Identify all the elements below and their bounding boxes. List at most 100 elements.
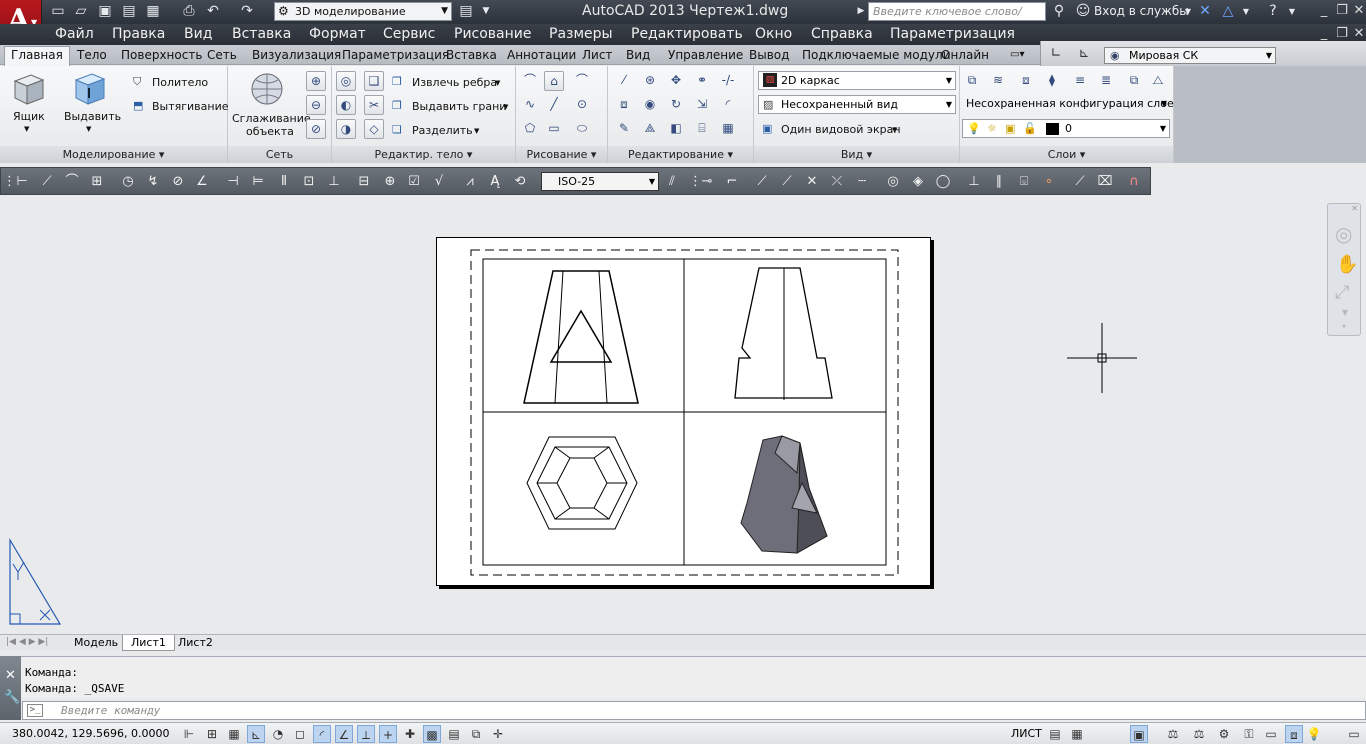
menu-insert[interactable]: Вставка — [232, 26, 291, 43]
polysolid-button[interactable]: Политело — [152, 76, 208, 90]
tab-surface[interactable]: Поверхность — [121, 47, 202, 63]
doc-minimize-icon[interactable]: _ — [1316, 26, 1332, 42]
space-toggle[interactable]: ЛИСТ — [1011, 727, 1042, 741]
snap-temp-icon[interactable]: ⊸ — [698, 173, 716, 191]
dim-radius-icon[interactable]: ◷ — [119, 173, 137, 191]
circular-icon[interactable]: ↻ — [666, 95, 686, 115]
polygon-3d-icon[interactable]: ⌂ — [544, 71, 564, 91]
panel-mesh-title[interactable]: Сеть — [228, 146, 331, 163]
chevron-down-icon[interactable]: ▼ — [1283, 3, 1301, 20]
jogged-linear-icon[interactable]: √ — [430, 173, 448, 191]
annotation-visibility-icon[interactable]: ⚖ — [1190, 725, 1208, 743]
pan-icon[interactable]: ✋ — [1336, 254, 1358, 275]
print-icon[interactable]: ⎙ — [180, 3, 198, 20]
saveas-icon[interactable]: ▤ — [120, 3, 138, 20]
ducs-icon[interactable]: ⟂ — [357, 725, 375, 743]
dim-angular-icon[interactable]: ∠ — [193, 173, 211, 191]
steering-wheel-icon[interactable]: ◎ — [1335, 222, 1352, 246]
doc-restore-icon[interactable]: ❐ — [1334, 26, 1350, 42]
chevron-down-icon[interactable]: ▼ — [474, 124, 479, 138]
save-icon[interactable]: ▣ — [96, 3, 114, 20]
snap-intersection-icon[interactable]: ✕ — [803, 173, 821, 191]
dim-arc-icon[interactable]: ⌒ — [63, 173, 81, 191]
lightbulb-icon[interactable]: 💡 — [1305, 725, 1323, 743]
close-icon[interactable]: ✕ — [1351, 3, 1366, 19]
open-icon[interactable]: ▱ — [72, 3, 90, 20]
grid-array-icon[interactable]: ▦ — [718, 119, 738, 139]
menu-parametric[interactable]: Параметризация — [890, 26, 1015, 43]
dim-continue-icon[interactable]: ⫴ — [275, 173, 293, 191]
customize-qat-icon[interactable]: ▼ — [477, 3, 495, 20]
separate-button[interactable]: Разделить — [412, 124, 473, 138]
array-icon[interactable]: ⌸ — [692, 119, 712, 139]
layer-walk-icon[interactable]: ⧉ — [1124, 71, 1144, 91]
layer-off-icon[interactable]: ⧫ — [1042, 71, 1062, 91]
panel-modify-title[interactable]: Редактирование ▾ — [608, 146, 753, 163]
polyline-icon[interactable]: ⌒ — [520, 71, 540, 91]
infer-constraints-icon[interactable]: ⊩ — [180, 725, 198, 743]
scale-icon[interactable]: ◧ — [666, 119, 686, 139]
layer-state-dropdown[interactable]: Несохраненная конфигурация слоев ▼ — [962, 95, 1180, 114]
tab-view[interactable]: Вид — [626, 47, 650, 63]
tab-online[interactable]: Онлайн — [941, 47, 989, 63]
quick-view-layouts-icon[interactable]: ▤ — [1046, 725, 1064, 743]
doc-close-icon[interactable]: ✕ — [1351, 26, 1366, 42]
quick-view-drawings-icon[interactable]: ▦ — [1068, 725, 1086, 743]
mesh-refine-icon[interactable]: ⊕ — [306, 71, 326, 91]
line-icon[interactable]: ╱ — [544, 95, 564, 115]
selection-cycling-icon[interactable]: ⧉ — [467, 725, 485, 743]
dim-diameter-icon[interactable]: ⊘ — [169, 173, 187, 191]
dim-update-icon[interactable]: ⟲ — [511, 173, 529, 191]
dim-linear-icon[interactable]: ⊢ — [13, 173, 31, 191]
dim-aligned-icon[interactable]: ⟋ — [38, 173, 56, 191]
minimize-icon[interactable]: _ — [1316, 3, 1332, 19]
menu-dimension[interactable]: Размеры — [549, 26, 613, 43]
circle-icon[interactable]: ⊙ — [572, 95, 592, 115]
help-icon[interactable]: ? — [1264, 3, 1282, 20]
snap-perpendicular-icon[interactable]: ⊥ — [965, 173, 983, 191]
new-icon[interactable]: ▭ — [49, 3, 67, 20]
mirror-icon[interactable]: ⧈ — [614, 95, 634, 115]
menu-view[interactable]: Вид — [184, 26, 212, 43]
tab-manage[interactable]: Управление — [668, 47, 743, 63]
restore-icon[interactable]: ❐ — [1334, 3, 1350, 19]
snap-insert-icon[interactable]: ⌺ — [1015, 173, 1033, 191]
quick-dim-icon[interactable]: ⊣ — [224, 173, 242, 191]
tab-model[interactable]: Модель — [66, 635, 126, 650]
exchange-icon[interactable]: ✕ — [1196, 3, 1214, 20]
dim-jogged-icon[interactable]: ↯ — [144, 173, 162, 191]
signin-button[interactable]: Вход в службы — [1094, 3, 1189, 20]
chevron-down-icon[interactable]: ▼ — [503, 100, 508, 114]
extract-edges-button[interactable]: Извлечь ребра — [412, 76, 497, 90]
tab-home[interactable]: Главная — [4, 46, 70, 66]
hardware-accel-icon[interactable]: ▭ — [1262, 725, 1280, 743]
binoculars-icon[interactable]: ⚲ — [1050, 3, 1068, 20]
layer-isolate-icon[interactable]: ⧈ — [1016, 71, 1036, 91]
clean-screen-icon[interactable]: ▭ — [1345, 725, 1363, 743]
snap-endpoint-icon[interactable]: ⟋ — [753, 173, 771, 191]
snap-tangent-icon[interactable]: ◯ — [934, 173, 952, 191]
snap-node-icon[interactable]: ∘ — [1040, 173, 1058, 191]
osnap-icon[interactable]: ◜ — [313, 725, 331, 743]
menu-file[interactable]: Файл — [55, 26, 94, 43]
viewport-config-button[interactable]: Один видовой экран — [781, 123, 901, 137]
panel-solid-edit-title[interactable]: Редактир. тело ▾ — [332, 146, 515, 163]
autodesk-360-icon[interactable]: △ — [1219, 3, 1237, 20]
menu-modify[interactable]: Редактировать — [631, 26, 743, 43]
tab-mesh[interactable]: Сеть — [207, 47, 237, 63]
wrench-icon[interactable]: 🔧 — [4, 690, 20, 705]
layer-state-icon[interactable]: ≋ — [988, 71, 1008, 91]
intersect-icon[interactable]: ◑ — [336, 119, 356, 139]
visual-style-dropdown[interactable]: ▨ 2D каркас ▼ — [758, 71, 956, 90]
otrack-icon[interactable]: ∠ — [335, 725, 353, 743]
snap-nearest-icon[interactable]: ⟋ — [1071, 173, 1089, 191]
dim-space-icon[interactable]: ⊡ — [300, 173, 318, 191]
dim-text-edit-icon[interactable]: Ą — [486, 173, 504, 191]
workspace-switch-icon[interactable]: ⚙ — [1215, 725, 1233, 743]
menu-tools[interactable]: Сервис — [383, 26, 435, 43]
zoom-icon[interactable]: ⤢ — [1335, 282, 1349, 303]
tab-solid[interactable]: Тело — [77, 47, 107, 63]
menu-window[interactable]: Окно — [755, 26, 792, 43]
3d-rotate-icon[interactable]: ✥ — [666, 71, 686, 91]
dyn-icon[interactable]: + — [379, 725, 397, 743]
